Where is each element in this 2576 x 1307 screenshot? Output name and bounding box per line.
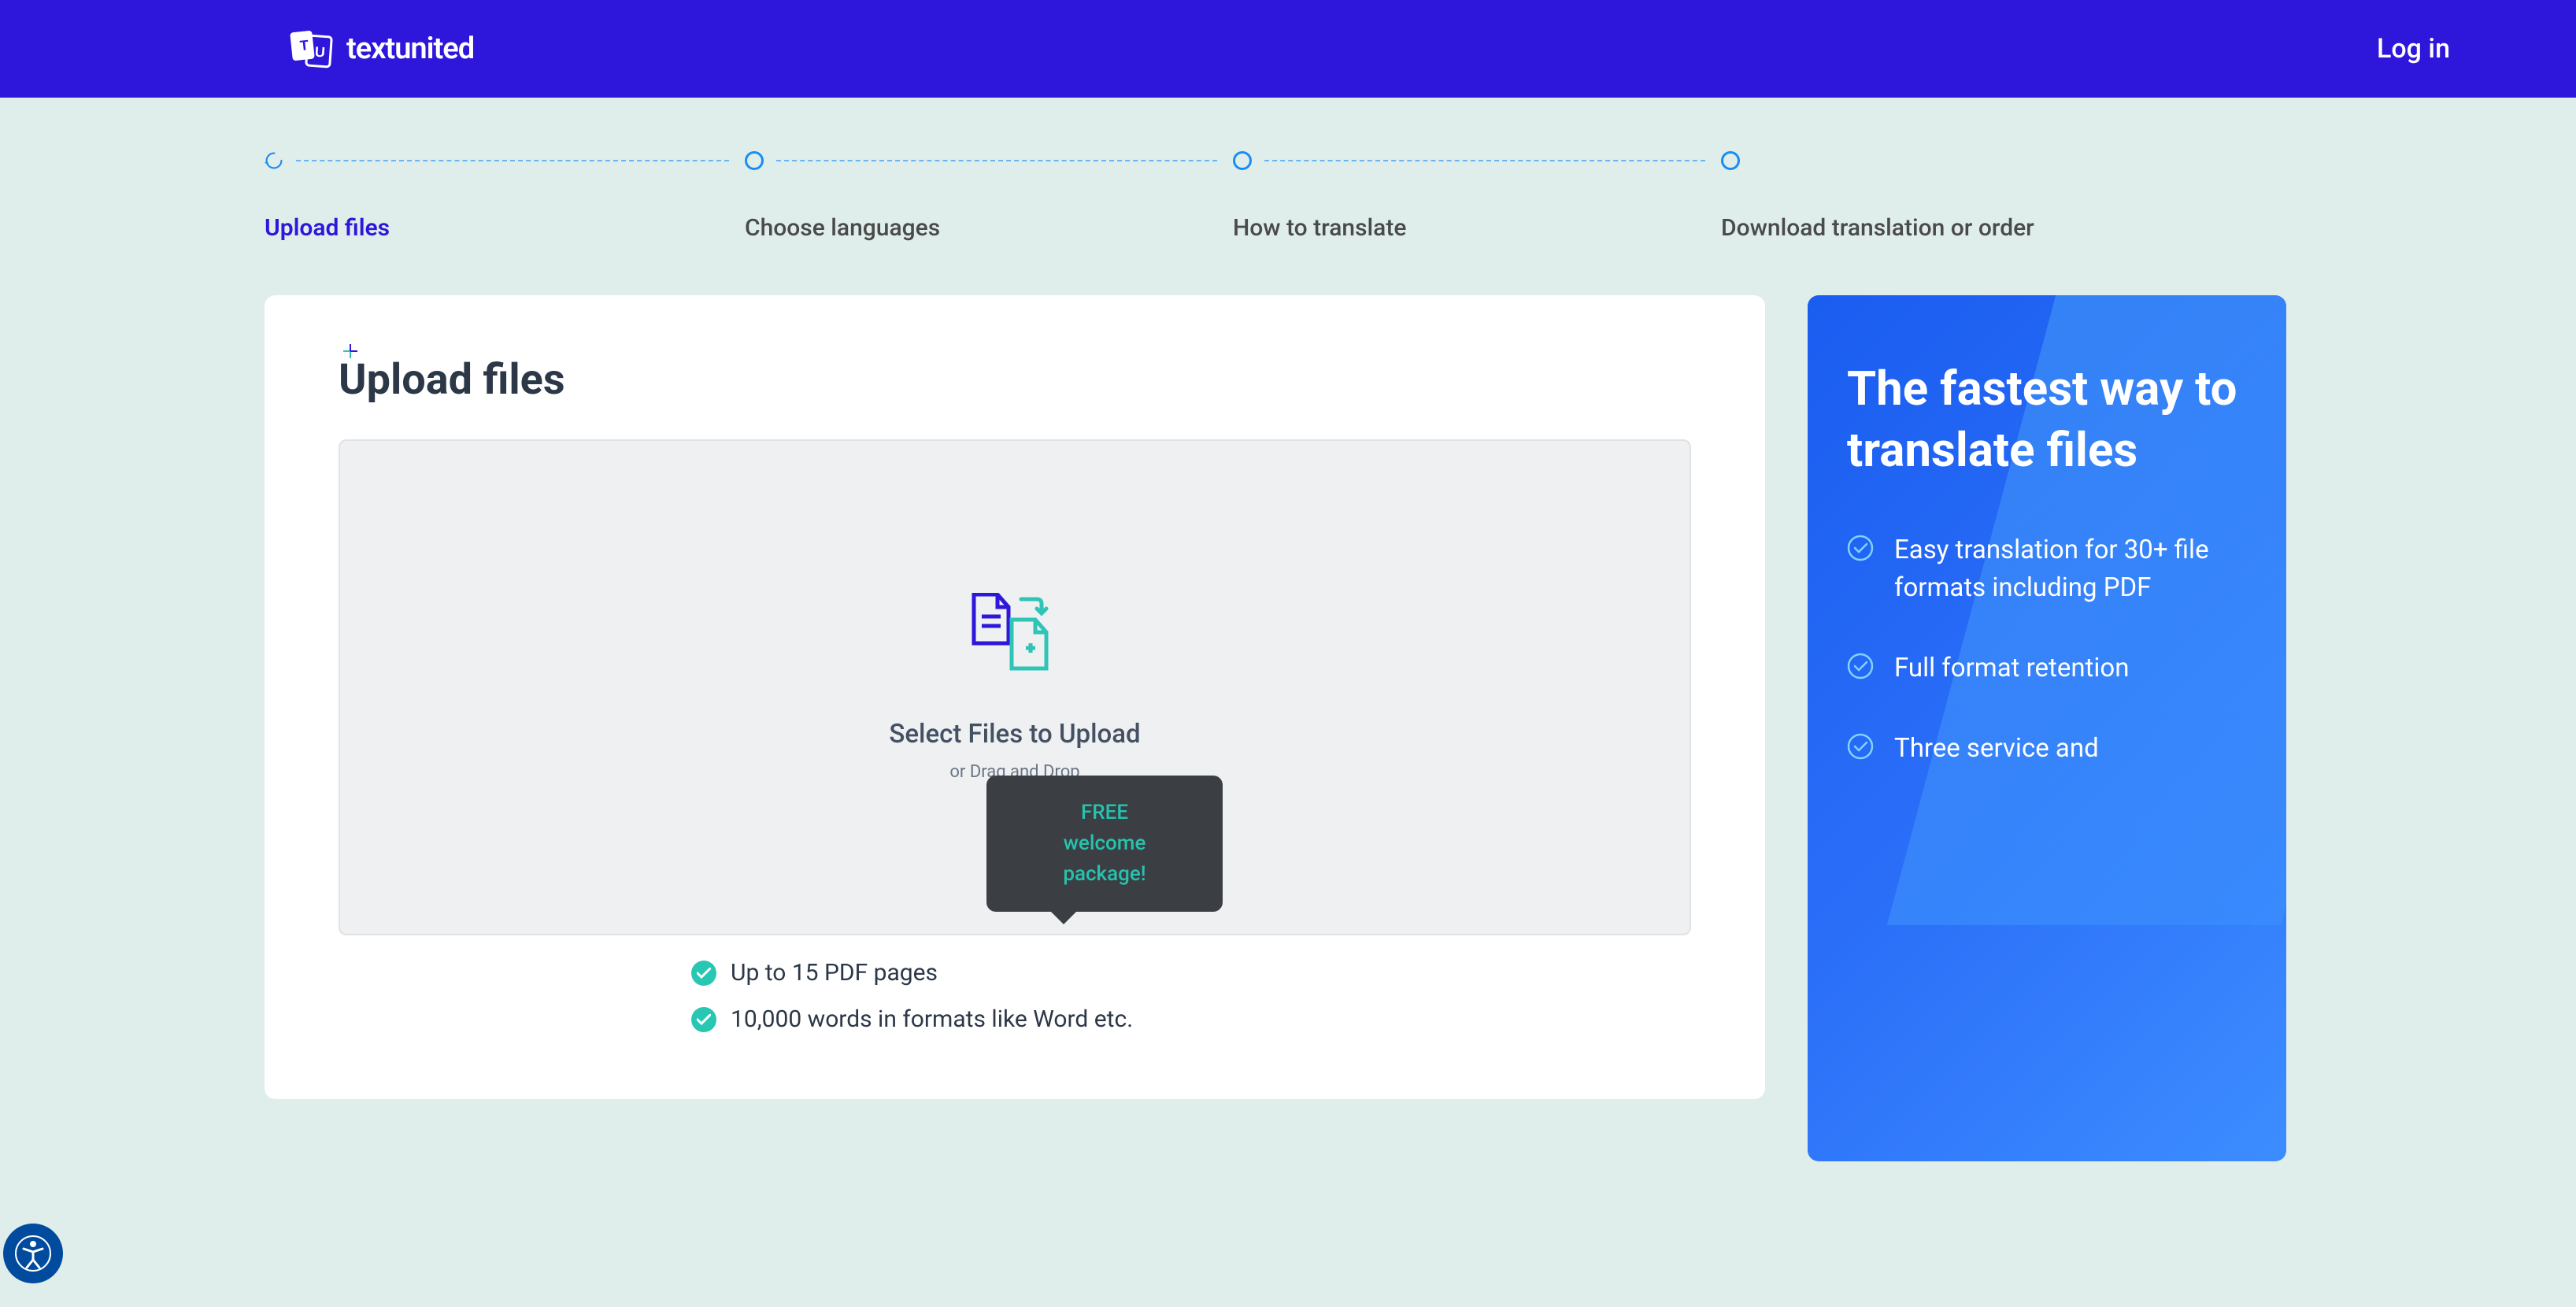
app-header: T U textunited Log in	[0, 0, 2576, 98]
step-upload-files[interactable]: Upload files	[265, 151, 745, 242]
plus-decor-icon	[343, 341, 357, 363]
svg-text:U: U	[314, 44, 325, 61]
upload-features: Up to 15 PDF pages 10,000 words in forma…	[339, 959, 1691, 1033]
step-download-order[interactable]: Download translation or order	[1721, 151, 2286, 242]
promo-text: Three service and	[1894, 730, 2099, 768]
accessibility-button[interactable]	[3, 1224, 63, 1283]
promo-item: Full format retention	[1847, 650, 2247, 687]
upload-title: Upload files	[339, 355, 1691, 405]
promo-text: Easy translation for 30+ file formats in…	[1894, 531, 2247, 607]
accessibility-icon	[14, 1235, 52, 1272]
step-label: Download translation or order	[1721, 214, 2286, 242]
promo-list: Easy translation for 30+ file formats in…	[1847, 531, 2247, 767]
feature-text: Up to 15 PDF pages	[731, 959, 938, 987]
feature-item: Up to 15 PDF pages	[691, 959, 1691, 987]
step-label: Upload files	[265, 214, 745, 242]
brand-name: textunited	[346, 31, 474, 66]
step-label: How to translate	[1233, 214, 1721, 242]
promo-sidebar: The fastest way to translate files Easy …	[1808, 295, 2286, 1161]
check-circle-icon	[1847, 535, 1874, 561]
promo-title: The fastest way to translate files	[1847, 358, 2247, 481]
brand-logo[interactable]: T U textunited	[290, 27, 474, 71]
tooltip-line: welcome	[1013, 828, 1196, 859]
tooltip-line: package!	[1013, 859, 1196, 890]
file-upload-icon	[968, 593, 1062, 679]
select-files-text: Select Files to Upload	[889, 719, 1140, 750]
main-content: Upload files Choose languages How to tra…	[0, 98, 2576, 1161]
feature-item: 10,000 words in formats like Word etc.	[691, 1005, 1691, 1033]
tooltip-line: FREE	[1013, 798, 1196, 828]
spinner-icon	[265, 150, 283, 172]
wizard-steps: Upload files Choose languages How to tra…	[265, 151, 2286, 242]
svg-text:T: T	[299, 37, 309, 54]
feature-text: 10,000 words in formats like Word etc.	[731, 1005, 1133, 1033]
textunited-logo-icon: T U	[290, 27, 334, 71]
check-icon	[691, 1007, 716, 1032]
check-icon	[691, 961, 716, 986]
step-choose-languages[interactable]: Choose languages	[745, 151, 1233, 242]
step-how-to-translate[interactable]: How to translate	[1233, 151, 1721, 242]
upload-card: Upload files	[265, 295, 1765, 1099]
login-link[interactable]: Log in	[2377, 33, 2450, 65]
promo-text: Full format retention	[1894, 650, 2129, 687]
check-circle-icon	[1847, 733, 1874, 760]
check-circle-icon	[1847, 653, 1874, 679]
welcome-tooltip: FREE welcome package!	[986, 776, 1223, 912]
promo-item: Easy translation for 30+ file formats in…	[1847, 531, 2247, 607]
step-label: Choose languages	[745, 214, 1233, 242]
promo-item: Three service and	[1847, 730, 2247, 768]
